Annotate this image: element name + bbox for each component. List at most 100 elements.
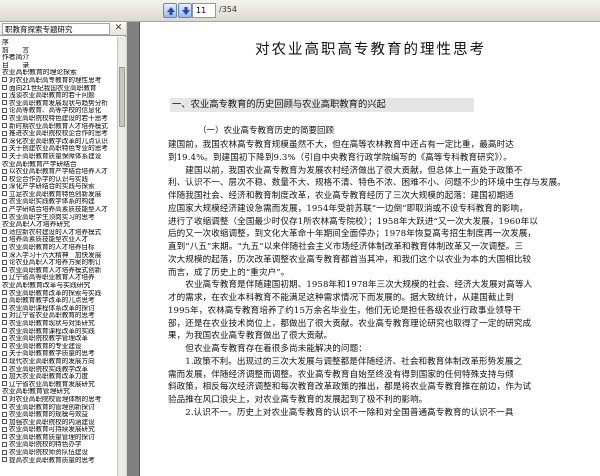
bookmark-item[interactable]: 校企合作办学的认识与实践 — [0, 176, 117, 184]
bookmark-item[interactable]: 关于高职教育质量保障体系建设 — [0, 153, 117, 161]
bookmark-item[interactable]: 农业高职教育的规模与效益 — [0, 411, 117, 419]
close-icon[interactable]: ✕ — [113, 23, 124, 34]
bookmark-item[interactable]: 对农业高职高专教育的理性思考 — [0, 77, 117, 85]
bookmark-item[interactable]: 农业高职教育的人才培养目标 — [0, 244, 117, 252]
bookmark-item[interactable]: 农业高职课程体系改革的探讨 — [0, 305, 117, 313]
bookmark-item[interactable]: 序 — [0, 39, 117, 47]
bookmark-item-label: 培养高素质技能型农业人才 — [9, 236, 89, 244]
bookmark-item[interactable]: 农业高职教育发展现状与趋势分析 — [0, 100, 117, 108]
bookmark-item[interactable]: 农业高职教育人才培养模式创新 — [0, 267, 117, 275]
bookmark-item-label: 农业高职学生顶岗实习的思考 — [9, 213, 95, 221]
bookmark-page-icon — [2, 449, 7, 455]
page-number-input[interactable]: 11 — [192, 3, 216, 18]
bookmark-item-label: 产学研结合培养高素质技能型人才 — [9, 206, 108, 214]
bookmark-page-icon — [2, 191, 7, 197]
bookmark-item[interactable]: 农业高职实践教学体系的构建 — [0, 198, 117, 206]
bookmark-item-label: 农业高职院校教学管理改革 — [9, 335, 89, 343]
bookmark-page-icon — [2, 85, 7, 91]
bookmark-item[interactable]: 对辽宁省农业高职教育的思考 — [0, 312, 117, 320]
bookmark-page-icon — [2, 123, 7, 129]
bookmark-item[interactable]: 农业高职人才培养研究 — [0, 221, 117, 229]
bookmark-item[interactable]: 前 言 — [0, 47, 117, 55]
bookmark-item[interactable]: 农业高职学生顶岗实习的思考 — [0, 214, 117, 222]
bookmark-item-label: 农业高职院校的特色办学 — [9, 441, 82, 449]
bookmark-item[interactable]: 农业高职院校的特色办学 — [0, 441, 117, 449]
bookmark-item-label: 农业高职教育的专业建设 — [9, 342, 82, 350]
bookmark-page-icon — [2, 145, 7, 151]
bookmark-item[interactable]: 产学研结合培养高素质技能型人才 — [0, 206, 117, 214]
bookmark-item[interactable]: 深化农业高职教学改革的几点认识 — [0, 138, 117, 146]
bookmark-item-label: 农业高职院校特色建设的若干思考 — [9, 114, 108, 122]
bookmark-item[interactable]: 深化产学研结合的实践与探索 — [0, 183, 117, 191]
previous-page-button[interactable] — [163, 3, 177, 18]
bookmark-item[interactable]: 加强农业高职院校的内涵建设 — [0, 419, 117, 427]
bookmark-page-icon — [2, 206, 7, 212]
bookmark-item[interactable]: 农业高职教育改革的探索与实践 — [0, 290, 117, 298]
bookmark-item[interactable]: 农业高职教育产学研结合 — [0, 161, 117, 169]
bookmark-item-label: 农业高职教育改革与实践研究 — [2, 282, 91, 289]
bookmark-item[interactable]: 农业高职教育的专业建设 — [0, 343, 117, 351]
bookmark-item[interactable]: 农业高职院校师资队伍建设 — [0, 449, 117, 457]
bookmark-item-label: 农业高职实践教学体系的构建 — [9, 198, 95, 206]
bookmark-item[interactable]: 推进农业高职院校校企合作的思考 — [0, 130, 117, 138]
bookmark-item[interactable]: 面向21世纪我国农业高职教育 — [0, 85, 117, 93]
bookmark-item[interactable]: 关于创建农业高职特色专业的思考 — [0, 145, 117, 153]
document-page: 对农业高职高专教育的理性思考 一、农业高专教育的历史回顾与农业高职教育的兴起 （… — [139, 22, 600, 476]
bookmark-page-icon — [2, 100, 7, 106]
bookmark-page-icon — [2, 138, 7, 144]
bookmark-page-icon — [2, 419, 7, 425]
bookmark-item[interactable]: 农业高职教育管理研究 — [0, 388, 117, 396]
bookmark-item[interactable]: 提高农业高职教育质量的思考 — [0, 457, 117, 465]
text-line: 利、认识不一、层次不稳、数量不大、规格不清、特色不浓、困难不小、问题不少的环境中… — [168, 178, 566, 189]
bookmark-item[interactable]: 浅谈农业高职教育的若干问题 — [0, 92, 117, 100]
bookmark-item[interactable]: 农业高职教育改革与实践研究 — [0, 282, 117, 290]
bookmark-item[interactable]: 关于高职教育教学质量的思考 — [0, 350, 117, 358]
scrollbar-thumb[interactable] — [119, 67, 125, 127]
bookmark-item[interactable]: 辽宁省高等职业教育人才培养 — [0, 274, 117, 282]
bookmark-item[interactable]: 作者简介 — [0, 54, 117, 62]
bookmark-item-label: 深化农业高职教学改革的几点认识 — [9, 137, 108, 145]
bookmark-item-label: 关于高职教育质量保障体系建设 — [9, 152, 102, 160]
bookmark-item[interactable]: 对农业高职院校管理体制的思考 — [0, 396, 117, 404]
bookmark-item[interactable]: 新时期农业高职教育人才培养模式 — [0, 123, 117, 131]
bookmark-item[interactable]: 农业高职教育现状与对策研究 — [0, 320, 117, 328]
bookmark-item[interactable]: 以农业高职教育产学结合培养人才 — [0, 168, 117, 176]
bookmark-tab-label: 职教育探索专题研究 — [2, 23, 110, 35]
bookmark-page-icon — [2, 434, 7, 440]
bookmark-item[interactable]: 适应新农村建设的人才培养模式 — [0, 229, 117, 237]
bookmark-item-label: 农业高职院校师资队伍建设 — [9, 449, 89, 457]
bookmark-item-label: 关于高职教育教学质量的思考 — [9, 350, 95, 358]
bookmark-tab[interactable]: 职教育探索专题研究 ✕ — [0, 22, 126, 36]
bookmark-page-icon — [2, 244, 7, 250]
bookmark-item[interactable]: 论高等教育、高等学校的信息化 — [0, 107, 117, 115]
bookmark-item-label: 农业高职教育改革的探索与实践 — [9, 289, 102, 297]
bookmark-item[interactable]: 培养高素质技能型农业人才 — [0, 236, 117, 244]
bookmark-item-label: 推进农业高职院校校企合作的思考 — [9, 130, 108, 138]
bookmark-item[interactable]: 辽宁省农业高职教育发展研究 — [0, 381, 117, 389]
bookmark-item[interactable]: 农业高职教育质量管理的探讨 — [0, 434, 117, 442]
text-line: 建国以前，我国农业高专教育为发展农村经济做出了很大贡献，但总体上一直处于政策不 — [168, 165, 523, 176]
text-line: 果，为我国农业高专教育做出了很大贡献。 — [168, 331, 333, 342]
bookmark-page-icon — [2, 274, 7, 280]
bookmark-item[interactable]: 农业高职教育课程改革的实践 — [0, 328, 117, 336]
bookmark-item[interactable]: 农业高职院校实践教学改革 — [0, 366, 117, 374]
bookmark-page-icon — [2, 77, 7, 83]
bookmark-item[interactable]: 高职教育教学改革的几点思考 — [0, 297, 117, 305]
bookmark-page-icon — [2, 457, 7, 463]
bookmark-scrollbar[interactable] — [117, 37, 126, 476]
bookmark-item[interactable]: 农业高职教育的管理创新探讨 — [0, 404, 117, 412]
bookmark-item[interactable]: 现代农业高职教育的发展方向 — [0, 358, 117, 366]
bookmark-item[interactable]: 立足农业高职教育特色创新发展 — [0, 191, 117, 199]
bookmark-item[interactable]: 加大农业高职教育改革力度 — [0, 373, 117, 381]
bookmark-item[interactable]: 农业高职教育可持续发展研究 — [0, 426, 117, 434]
next-page-button[interactable] — [178, 3, 192, 18]
bookmark-item-label: 农业高职教育的管理创新探讨 — [9, 403, 95, 411]
bookmark-page-icon — [2, 214, 7, 220]
bookmark-item[interactable]: 论农业高职人才培养方案的制订 — [0, 259, 117, 267]
bookmark-item[interactable]: 目 录 — [0, 62, 117, 70]
bookmark-item[interactable]: 农业高职院校特色建设的若干思考 — [0, 115, 117, 123]
bookmark-item[interactable]: 农业高职教育的理论探索 — [0, 69, 117, 77]
bookmark-item[interactable]: 深入学习十六大精神 加快发展 — [0, 252, 117, 260]
bookmark-item-label: 论高等教育、高等学校的信息化 — [9, 107, 102, 115]
bookmark-item[interactable]: 农业高职院校教学管理改革 — [0, 335, 117, 343]
